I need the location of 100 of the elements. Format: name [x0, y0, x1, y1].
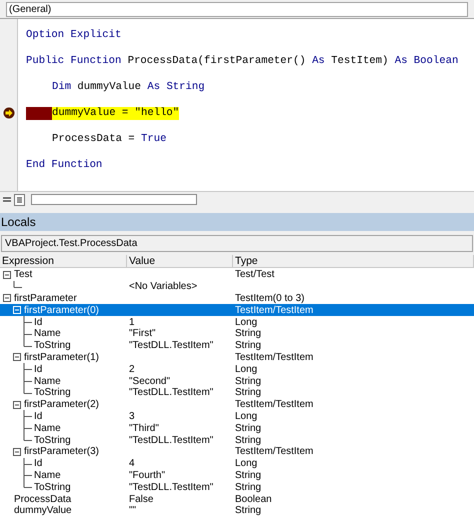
locals-row[interactable]: Name "First" String: [0, 328, 474, 340]
value-cell: "Third": [129, 422, 159, 434]
value-cell: "TestDLL.TestItem": [129, 434, 214, 446]
expression-cell: ToString: [34, 387, 71, 398]
value-cell: "Second": [129, 376, 170, 387]
type-cell: TestItem(0 to 3): [235, 292, 304, 304]
value-cell: "Fourth": [129, 470, 166, 481]
tree-line: [23, 363, 33, 376]
expression-cell: Name: [34, 376, 61, 387]
collapse-icon[interactable]: [3, 270, 11, 279]
value-cell: False: [129, 494, 154, 505]
locals-row[interactable]: Test Test/Test: [0, 269, 474, 281]
column-header[interactable]: Type: [233, 255, 474, 267]
expression-cell: ToString: [34, 482, 71, 493]
type-cell: TestItem/TestItem: [235, 304, 314, 316]
code-line: End Function: [26, 158, 102, 172]
type-cell: Long: [235, 458, 258, 470]
type-cell: TestItem/TestItem: [235, 352, 314, 363]
code-line: Dim dummyValue As String: [52, 80, 205, 94]
expression-cell: firstParameter: [14, 292, 77, 304]
value-cell: 1: [129, 316, 135, 328]
type-cell: Long: [235, 410, 258, 422]
collapse-icon[interactable]: [3, 294, 11, 302]
horizontal-scrollbar[interactable]: [31, 194, 197, 205]
locals-row[interactable]: Id 2 Long: [0, 363, 474, 376]
value-cell: "": [129, 505, 136, 516]
column-header[interactable]: Value: [127, 255, 233, 267]
tree-line: [23, 422, 33, 434]
tree-line: [23, 469, 33, 482]
value-cell: "TestDLL.TestItem": [129, 482, 214, 493]
locals-row[interactable]: Id 3 Long: [0, 410, 474, 422]
expression-cell: Id: [34, 364, 42, 375]
locals-row[interactable]: ToString "TestDLL.TestItem" String: [0, 386, 474, 399]
locals-row[interactable]: Name "Fourth" String: [0, 470, 474, 482]
value-cell: 4: [129, 458, 135, 470]
type-cell: String: [235, 328, 262, 340]
expression-cell: ToString: [34, 434, 71, 446]
type-cell: Test/Test: [235, 269, 274, 280]
column-header[interactable]: Expression: [0, 255, 127, 267]
object-dropdown[interactable]: (General): [6, 2, 468, 17]
type-cell: String: [235, 505, 262, 516]
locals-row[interactable]: Name "Third" String: [0, 422, 474, 434]
expression-cell: ToString: [34, 340, 71, 352]
expression-cell: firstParameter(1): [24, 352, 100, 363]
type-cell: String: [235, 387, 262, 398]
value-cell: "TestDLL.TestItem": [129, 340, 214, 352]
locals-row[interactable]: firstParameter(0) TestItem/TestItem: [0, 304, 474, 316]
locals-row[interactable]: dummyValue "" String: [0, 504, 474, 516]
expression-cell: firstParameter(2): [24, 399, 100, 410]
collapse-icon[interactable]: [13, 448, 21, 456]
expression-cell: Test: [14, 269, 32, 280]
locals-row[interactable]: ProcessData False Boolean: [0, 493, 474, 505]
execution-arrow-icon: [3, 107, 15, 119]
type-cell: String: [235, 340, 262, 352]
expression-cell: Name: [34, 422, 61, 434]
locals-row[interactable]: ToString "TestDLL.TestItem" String: [0, 340, 474, 352]
locals-row[interactable]: Id 4 Long: [0, 458, 474, 470]
tree-line: [23, 316, 33, 328]
type-cell: String: [235, 376, 262, 387]
value-cell: "TestDLL.TestItem": [129, 387, 214, 398]
locals-row[interactable]: Id 1 Long: [0, 316, 474, 328]
expression-cell: firstParameter(3): [24, 446, 100, 458]
full-module-view-icon[interactable]: [14, 194, 25, 206]
value-cell: 3: [129, 410, 135, 422]
type-cell: String: [235, 482, 262, 493]
pane-title: Locals: [1, 214, 36, 231]
locals-row[interactable]: ToString "TestDLL.TestItem" String: [0, 481, 474, 494]
code-line: Option Explicit: [26, 28, 122, 42]
type-cell: Long: [235, 364, 258, 375]
expression-cell: ProcessData: [14, 494, 72, 505]
expression-cell: Id: [34, 410, 42, 422]
expression-cell: dummyValue: [14, 505, 72, 516]
locals-row[interactable]: firstParameter TestItem(0 to 3): [0, 292, 474, 304]
collapse-icon[interactable]: [13, 400, 21, 409]
context-field: VBAProject.Test.ProcessData: [1, 235, 473, 252]
value-cell: 2: [129, 364, 135, 375]
value-cell: "First": [129, 328, 156, 340]
tree-line: [23, 375, 33, 388]
code-line: Public Function ProcessData(firstParameter() As TestItem) As Boolean: [26, 54, 458, 68]
type-cell: String: [235, 434, 262, 446]
locals-row[interactable]: Name "Second" String: [0, 375, 474, 387]
expression-cell: Name: [34, 470, 61, 481]
tree-line: [23, 410, 33, 422]
type-cell: TestItem/TestItem: [235, 446, 314, 458]
type-cell: String: [235, 422, 262, 434]
expression-cell: firstParameter(0): [24, 304, 100, 316]
tree-line: [23, 328, 33, 340]
locals-row[interactable]: ToString "TestDLL.TestItem" String: [0, 434, 474, 446]
locals-row[interactable]: <No Variables>: [0, 280, 474, 293]
value-cell: <No Variables>: [129, 281, 198, 292]
type-cell: String: [235, 470, 262, 481]
procedure-view-icon[interactable]: [2, 194, 12, 204]
type-cell: TestItem/TestItem: [235, 399, 314, 410]
tree-line: [23, 458, 33, 470]
locals-row[interactable]: firstParameter(2) TestItem/TestItem: [0, 398, 474, 411]
locals-row[interactable]: firstParameter(3) TestItem/TestItem: [0, 446, 474, 458]
type-cell: Boolean: [235, 494, 272, 505]
collapse-icon[interactable]: [13, 353, 21, 362]
expression-cell: Id: [34, 316, 42, 328]
locals-row[interactable]: firstParameter(1) TestItem/TestItem: [0, 352, 474, 364]
